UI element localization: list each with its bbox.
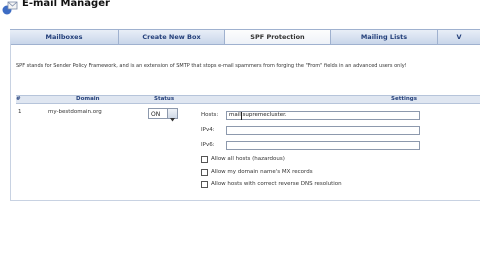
checkbox-box[interactable] (201, 169, 208, 176)
ipv6-label: IPv6: (201, 142, 215, 148)
tab-bar: Mailboxes Create New Box SPF Protection … (10, 29, 480, 45)
tab-mailing-lists[interactable]: Mailing Lists (331, 30, 438, 44)
text-caret (241, 112, 242, 120)
checkbox-label: Allow hosts with correct reverse DNS res… (211, 181, 342, 187)
column-header-number: # (16, 96, 21, 102)
row-number: 1 (18, 109, 22, 115)
ipv4-label: IPv4: (201, 127, 215, 133)
table-header: # Domain Status Settings (16, 95, 480, 104)
tab-spf-protection[interactable]: SPF Protection (225, 30, 331, 44)
mail-manager-icon (2, 1, 18, 15)
hosts-input[interactable]: mail.supremecluster. (226, 111, 420, 120)
status-value: ON (151, 111, 161, 118)
page-title: E-mail Manager (22, 0, 110, 9)
ipv6-input[interactable] (226, 141, 420, 150)
panel-border-bottom (10, 200, 480, 201)
panel-border-left (10, 44, 11, 200)
spf-description: SPF stands for Sender Policy Framework, … (16, 63, 407, 69)
tab-mailboxes[interactable]: Mailboxes (10, 30, 119, 44)
column-header-settings: Settings (391, 96, 417, 102)
checkbox-box[interactable] (201, 181, 208, 188)
domain-name: my-bestdomain.org (48, 109, 102, 115)
column-header-domain: Domain (76, 96, 100, 102)
checkbox-box[interactable] (201, 156, 208, 163)
column-header-status: Status (154, 96, 175, 102)
chevron-down-icon (167, 109, 177, 122)
status-select[interactable]: ON (148, 108, 178, 122)
ipv4-input[interactable] (226, 126, 420, 135)
app-header: E-mail Manager (0, 0, 480, 22)
checkbox-label: Allow my domain name's MX records (211, 169, 313, 175)
hosts-label: Hosts: (201, 112, 219, 118)
tab-create-new-box[interactable]: Create New Box (119, 30, 225, 44)
tab-more[interactable]: V (438, 30, 480, 44)
checkbox-label: Allow all hosts (hazardous) (211, 156, 285, 162)
